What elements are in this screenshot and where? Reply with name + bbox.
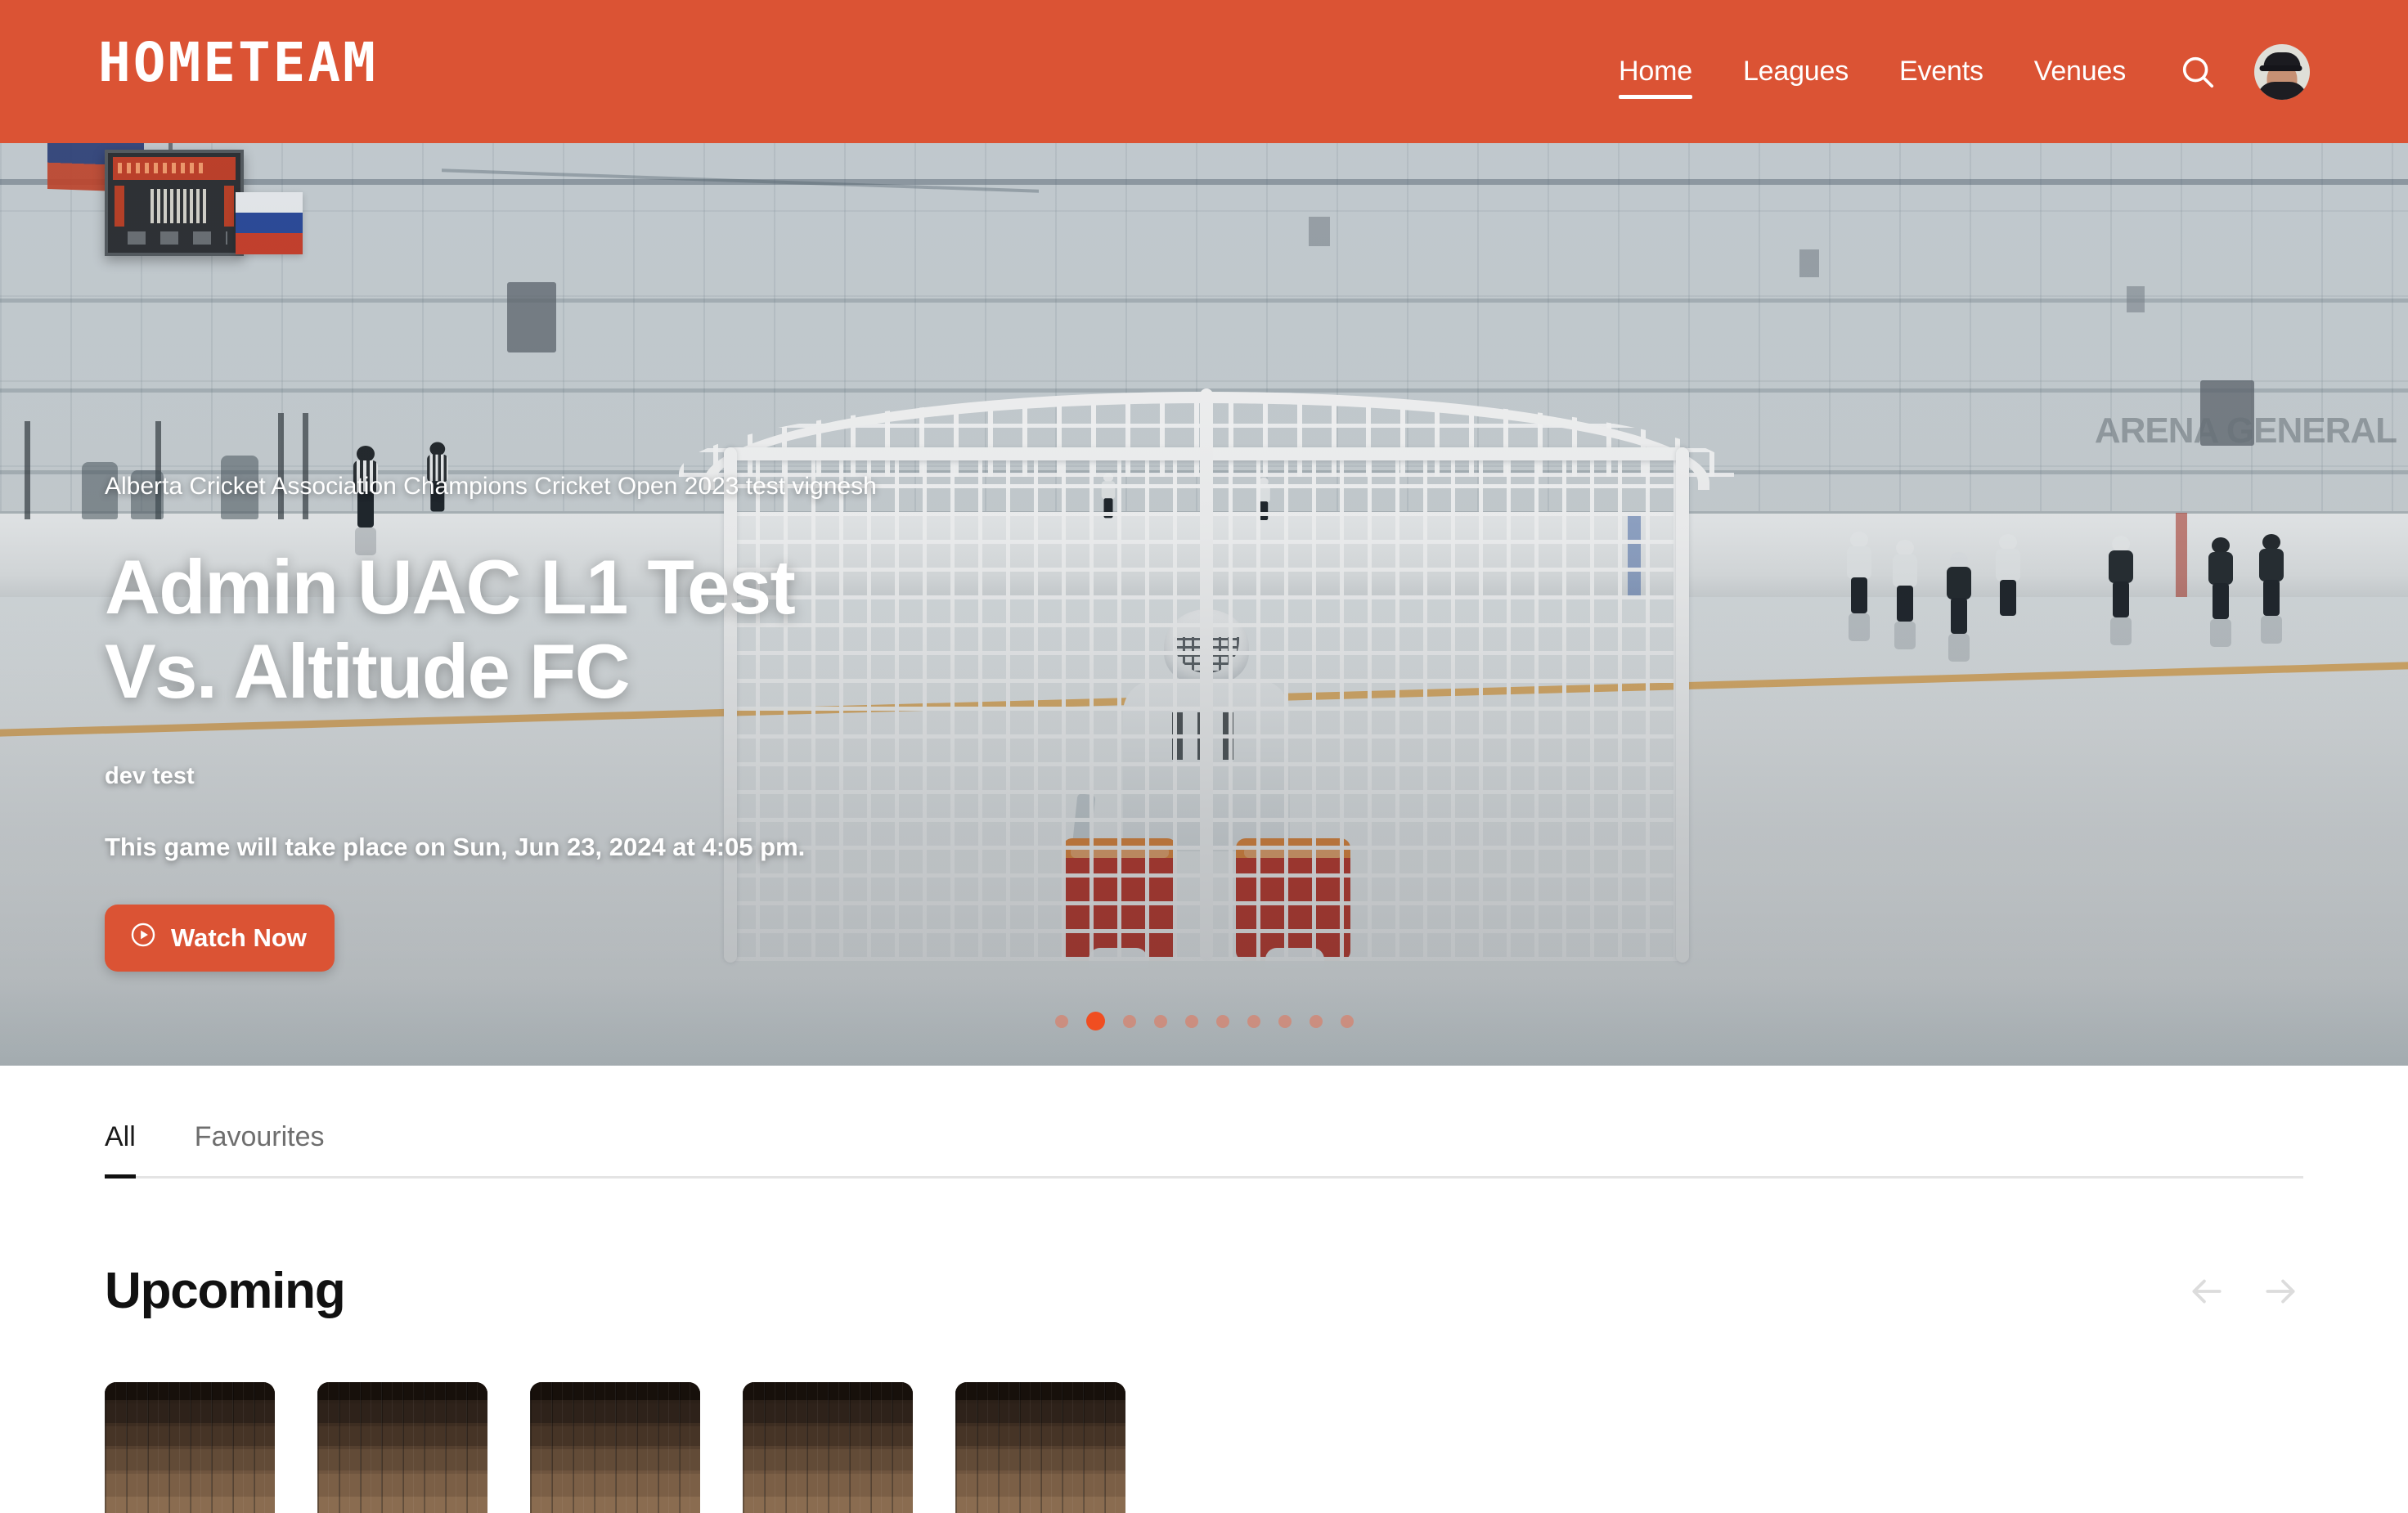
arrow-left-icon[interactable] [2184, 1269, 2228, 1313]
hero-subtitle: dev test [105, 762, 195, 789]
card-thumbnail [743, 1382, 913, 1513]
avatar-cap [2259, 52, 2302, 71]
carousel-dot[interactable] [1309, 1014, 1323, 1028]
watch-now-label: Watch Now [171, 923, 307, 952]
stadium-seats-image [530, 1382, 700, 1513]
carousel-dot[interactable] [1340, 1014, 1354, 1028]
carousel-dot[interactable] [1122, 1014, 1136, 1028]
carousel-dot[interactable] [1153, 1014, 1167, 1028]
carousel-dot-active[interactable] [1085, 1012, 1105, 1030]
nav-item-events[interactable]: Events [1874, 56, 2009, 88]
site-header: HOMETEAM Home Leagues Events Venues [0, 0, 2408, 143]
stadium-seats-image [955, 1382, 1125, 1513]
carousel-dot[interactable] [1054, 1014, 1068, 1028]
upcoming-section-header: Upcoming [105, 1262, 2303, 1320]
carousel-arrows [2184, 1269, 2303, 1313]
play-circle-icon [129, 921, 157, 955]
card-thumbnail [105, 1382, 275, 1513]
carousel-dot[interactable] [1184, 1014, 1198, 1028]
stadium-seats-image [105, 1382, 275, 1513]
primary-nav: Home Leagues Events Venues [1593, 0, 2310, 143]
card-thumbnail [530, 1382, 700, 1513]
watch-now-button[interactable]: Watch Now [105, 904, 335, 972]
arrow-right-icon[interactable] [2259, 1269, 2303, 1313]
content-tabs: All Favourites [105, 1121, 2303, 1179]
avatar-shirt [2257, 81, 2307, 100]
list-item[interactable] [955, 1382, 1125, 1513]
list-item[interactable] [743, 1382, 913, 1513]
carousel-dots [0, 1012, 2408, 1030]
list-item[interactable] [105, 1382, 275, 1513]
hero-carousel: ARENA GENERAL [0, 143, 2408, 1066]
carousel-dot[interactable] [1278, 1014, 1292, 1028]
upcoming-card-list [105, 1382, 2408, 1513]
list-item[interactable] [317, 1382, 487, 1513]
search-icon[interactable] [2179, 53, 2217, 91]
list-item[interactable] [530, 1382, 700, 1513]
tab-all[interactable]: All [105, 1121, 170, 1179]
carousel-dot[interactable] [1215, 1014, 1229, 1028]
brand-logo-text: HOMETEAM [98, 31, 378, 94]
avatar[interactable] [2254, 43, 2310, 100]
nav-item-home[interactable]: Home [1593, 56, 1718, 99]
carousel-dot[interactable] [1247, 1014, 1260, 1028]
nav-item-leagues[interactable]: Leagues [1718, 56, 1874, 88]
tab-favourites[interactable]: Favourites [170, 1121, 349, 1176]
stadium-seats-image [743, 1382, 913, 1513]
page-title: Upcoming [105, 1263, 346, 1319]
nav-item-venues[interactable]: Venues [2009, 56, 2151, 88]
hero-eyebrow: Alberta Cricket Association Champions Cr… [105, 473, 877, 500]
hero-title: Admin UAC L1 Test Vs. Altitude FC [105, 543, 796, 715]
brand-logo[interactable]: HOMETEAM [98, 36, 378, 90]
hero-date-line: This game will take place on Sun, Jun 23… [105, 832, 806, 861]
card-thumbnail [317, 1382, 487, 1513]
stadium-seats-image [317, 1382, 487, 1513]
card-thumbnail [955, 1382, 1125, 1513]
hero-content: Alberta Cricket Association Champions Cr… [105, 470, 1332, 972]
